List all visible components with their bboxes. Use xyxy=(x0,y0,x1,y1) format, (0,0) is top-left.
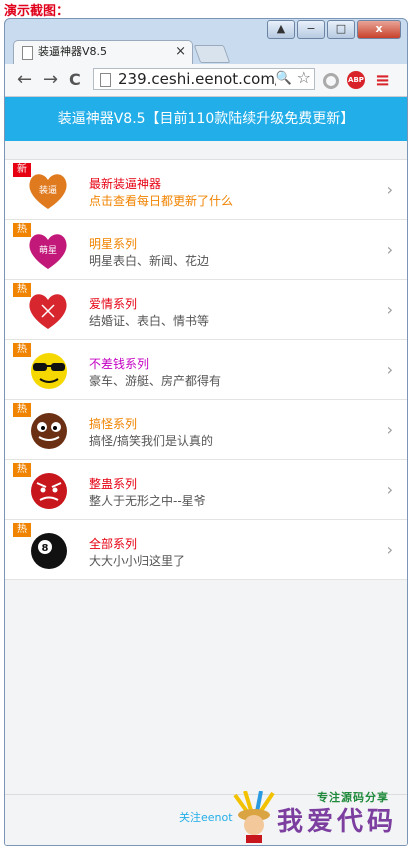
hot-badge: 热 xyxy=(13,463,31,477)
browser-window: ▲ − □ x 装逼神器V8.5 × ← → C 239.ceshi.eenot… xyxy=(4,18,408,846)
item-subtitle: 搞怪/搞笑我们是认真的 xyxy=(89,434,214,448)
new-badge: 新 xyxy=(13,163,31,177)
browser-menu-icon[interactable]: ≡ xyxy=(375,70,390,91)
window-user-button[interactable]: ▲ xyxy=(267,20,295,39)
reload-icon[interactable]: C xyxy=(69,70,81,90)
chevron-right-icon: › xyxy=(386,300,393,319)
hot-badge: 热 xyxy=(13,403,31,417)
tab-close-icon[interactable]: × xyxy=(175,41,186,63)
forward-icon[interactable]: → xyxy=(43,70,58,90)
follow-link[interactable]: 关注eenot xyxy=(179,809,233,825)
chevron-right-icon: › xyxy=(386,240,393,259)
hot-badge: 热 xyxy=(13,223,31,237)
item-subtitle: 豪车、游艇、房产都得有 xyxy=(89,374,222,388)
chevron-right-icon: › xyxy=(386,420,393,439)
eight-ball-icon: 8 xyxy=(31,533,67,569)
category-list: 新 装逼 最新装逼神器 点击查看每日都更新了什么 › 热 萌星 明星系列 明星表… xyxy=(5,159,407,580)
window-maximize-button[interactable]: □ xyxy=(327,20,355,39)
list-item[interactable]: 热 不差钱系列 豪车、游艇、房产都得有 › xyxy=(5,340,407,400)
icon-text: 装逼 xyxy=(39,184,57,196)
window-minimize-button[interactable]: − xyxy=(297,20,325,39)
watermark-logo: 我爱代码 xyxy=(277,807,398,837)
hot-badge: 热 xyxy=(13,283,31,297)
item-title: 爱情系列 xyxy=(89,297,138,311)
list-item[interactable]: 热 8 全部系列 大大小小归这里了 › xyxy=(5,520,407,580)
heart-icon: 装逼 xyxy=(29,174,67,209)
zoom-icon[interactable]: 🔍 xyxy=(275,69,292,89)
list-item[interactable]: 热 搞怪系列 搞怪/搞笑我们是认真的 › xyxy=(5,400,407,460)
icon-text: 8 xyxy=(42,543,49,554)
mascot-icon xyxy=(233,791,275,843)
heart-icon xyxy=(29,294,67,329)
chevron-right-icon: › xyxy=(386,540,393,559)
item-subtitle: 结婚证、表白、情书等 xyxy=(89,314,210,328)
sunglasses-smiley-icon xyxy=(31,353,67,389)
adblock-plus-icon[interactable]: ABP xyxy=(347,71,365,89)
demo-caption: 演示截图： xyxy=(4,4,70,19)
heart-icon: 萌星 xyxy=(29,234,67,269)
list-item[interactable]: 新 装逼 最新装逼神器 点击查看每日都更新了什么 › xyxy=(5,160,407,220)
item-subtitle: 明星表白、新闻、花边 xyxy=(89,254,210,268)
tab-title: 装逼神器V8.5 xyxy=(38,45,108,58)
bookmark-star-icon[interactable]: ☆ xyxy=(296,69,311,88)
url-text: 239.ceshi.eenot.com/i xyxy=(118,70,285,88)
opera-extension-icon[interactable] xyxy=(323,73,339,89)
item-subtitle: 点击查看每日都更新了什么 xyxy=(89,194,234,208)
page-viewport: 装逼神器V8.5【目前110款陆续升级免费更新】 新 装逼 最新装逼神器 点击查… xyxy=(5,97,407,845)
icon-text: 萌星 xyxy=(39,244,57,256)
list-item[interactable]: 热 整蛊系列 整人于无形之中--星爷 › xyxy=(5,460,407,520)
item-title: 整蛊系列 xyxy=(89,477,138,491)
browser-toolbar: ← → C 239.ceshi.eenot.com/i 🔍 ☆ ABP ≡ xyxy=(5,64,407,97)
item-subtitle: 整人于无形之中--星爷 xyxy=(89,494,206,508)
list-item[interactable]: 热 爱情系列 结婚证、表白、情书等 › xyxy=(5,280,407,340)
browser-tab[interactable]: 装逼神器V8.5 × xyxy=(13,40,193,64)
page-banner: 装逼神器V8.5【目前110款陆续升级免费更新】 xyxy=(5,97,407,141)
page-icon xyxy=(100,73,111,87)
chevron-right-icon: › xyxy=(386,360,393,379)
window-close-button[interactable]: x xyxy=(357,20,401,39)
item-subtitle: 大大小小归这里了 xyxy=(89,554,186,568)
hot-badge: 热 xyxy=(13,343,31,357)
chevron-right-icon: › xyxy=(386,480,393,499)
item-title: 最新装逼神器 xyxy=(89,177,162,191)
list-item[interactable]: 热 萌星 明星系列 明星表白、新闻、花边 › xyxy=(5,220,407,280)
hot-badge: 热 xyxy=(13,523,31,537)
angry-face-icon xyxy=(31,473,67,509)
window-controls: ▲ − □ x xyxy=(267,20,401,39)
new-tab-button[interactable] xyxy=(193,45,231,63)
item-title: 不差钱系列 xyxy=(89,357,150,371)
page-footer: 关注eenot 专注源码分享 我爱代码 xyxy=(5,791,407,845)
item-title: 搞怪系列 xyxy=(89,417,138,431)
chevron-right-icon: › xyxy=(386,180,393,199)
funny-face-icon xyxy=(31,413,67,449)
page-icon xyxy=(22,46,33,60)
address-bar[interactable]: 239.ceshi.eenot.com/i 🔍 ☆ xyxy=(93,68,315,90)
item-title: 全部系列 xyxy=(89,537,138,551)
back-icon[interactable]: ← xyxy=(17,70,32,90)
item-title: 明星系列 xyxy=(89,237,138,251)
